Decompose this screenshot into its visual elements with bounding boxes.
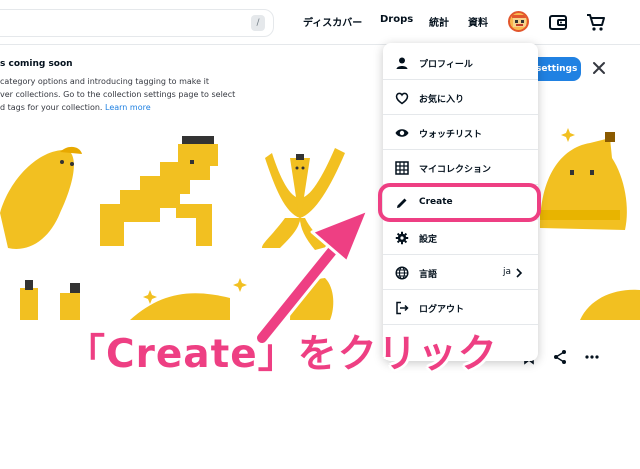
banana-figure-arms-up — [262, 148, 345, 250]
search-input[interactable]: / — [0, 9, 274, 37]
banana-figure-left — [0, 146, 82, 249]
grid-icon — [395, 161, 409, 175]
heart-icon — [395, 92, 409, 105]
nav-link-stats[interactable]: 統計 — [429, 14, 449, 29]
banner-line: d tags for your collection. — [0, 103, 103, 112]
share-icon[interactable] — [551, 348, 569, 366]
banner-body: category options and introducing tagging… — [0, 75, 260, 114]
menu-item-settings[interactable]: 設定 — [383, 221, 538, 255]
menu-item-label: お気に入り — [419, 95, 465, 105]
banner-title: s coming soon — [0, 59, 73, 69]
banana-figure-bottom-left — [20, 280, 80, 320]
globe-icon — [395, 266, 409, 280]
learn-more-link[interactable]: Learn more — [105, 103, 151, 112]
gear-icon — [395, 231, 409, 245]
more-options-icon[interactable] — [583, 348, 601, 366]
nav-link-drops[interactable]: Drops — [380, 14, 413, 25]
banana-artwork — [0, 128, 640, 320]
person-icon — [396, 57, 408, 69]
eye-icon — [395, 129, 409, 137]
menu-item-label: ウォッチリスト — [419, 130, 483, 140]
chevron-right-icon — [516, 268, 523, 278]
nav-link-resources[interactable]: 資料 — [468, 14, 488, 29]
wallet-icon[interactable] — [547, 11, 569, 33]
menu-item-label: 設定 — [419, 235, 438, 245]
menu-item-label: 言語 — [419, 270, 438, 280]
close-icon[interactable] — [590, 59, 608, 77]
menu-item-profile[interactable]: プロフィール — [383, 46, 538, 80]
banana-figure-bottom-right — [580, 289, 640, 320]
menu-item-favorites[interactable]: お気に入り — [383, 81, 538, 115]
top-navigation: / ディスカバー Drops 統計 資料 — [0, 0, 640, 45]
banner-line-last: d tags for your collection. Learn more — [0, 101, 260, 114]
avatar[interactable] — [508, 11, 529, 32]
menu-item-my-collections[interactable]: マイコレクション — [383, 151, 538, 185]
menu-item-label: プロフィール — [419, 60, 473, 70]
menu-item-label: マイコレクション — [419, 165, 492, 175]
create-highlight-outline — [378, 183, 541, 222]
banana-figure-bottom-center — [130, 278, 334, 320]
menu-item-logout[interactable]: ログアウト — [383, 291, 538, 325]
banner-line: category options and introducing tagging… — [0, 77, 209, 86]
logout-icon — [396, 301, 409, 315]
menu-item-language[interactable]: 言語 ja — [383, 256, 538, 290]
banana-figure-right — [540, 132, 627, 230]
cart-icon[interactable] — [585, 11, 607, 33]
language-value: ja — [503, 267, 512, 277]
nav-link-discover[interactable]: ディスカバー — [303, 14, 362, 29]
menu-item-watchlist[interactable]: ウォッチリスト — [383, 116, 538, 150]
menu-item-label: ログアウト — [419, 305, 465, 315]
click-create-callout: 「Create」をクリック — [66, 332, 498, 377]
banner-line: ver collections. Go to the collection se… — [0, 90, 236, 99]
search-shortcut-key: / — [251, 15, 265, 31]
banana-figure-pixel-crawl — [100, 136, 218, 246]
